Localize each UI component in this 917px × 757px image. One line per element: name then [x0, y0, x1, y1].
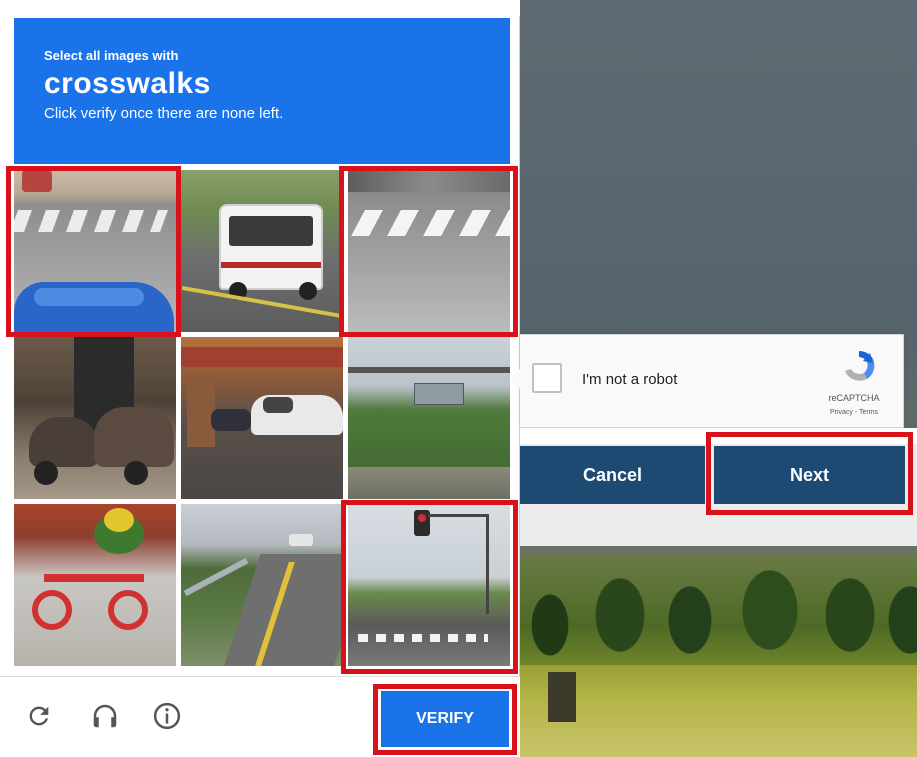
recaptcha-widget: I'm not a robot reCAPTCHA Privacy - Term… [510, 334, 904, 428]
image-tile-5[interactable] [181, 337, 343, 499]
recaptcha-logo-icon [839, 347, 879, 387]
cancel-button[interactable]: Cancel [520, 446, 705, 504]
image-tile-8[interactable] [181, 504, 343, 666]
privacy-terms-link[interactable]: Privacy - Terms [819, 409, 889, 416]
headphones-icon[interactable] [88, 699, 122, 733]
checkbox-label: I'm not a robot [582, 371, 678, 388]
reload-icon[interactable] [22, 699, 56, 733]
verify-button-highlight [373, 684, 517, 755]
instruction-small: Select all images with [44, 48, 179, 63]
captcha-challenge-panel: Select all images with crosswalks Click … [0, 0, 520, 757]
background-field [520, 665, 917, 757]
info-icon[interactable] [150, 699, 184, 733]
image-grid [14, 170, 510, 668]
challenge-footer: VERIFY [0, 676, 520, 757]
image-tile-2[interactable] [181, 170, 343, 332]
widget-pointer [510, 369, 520, 389]
next-button-highlight [706, 432, 913, 515]
target-object-label: crosswalks [44, 67, 211, 100]
background-trees [520, 555, 917, 675]
not-a-robot-checkbox[interactable] [532, 363, 562, 393]
challenge-header: Select all images with crosswalks Click … [14, 18, 510, 164]
image-tile-9[interactable] [348, 504, 510, 666]
image-tile-3[interactable] [348, 170, 510, 332]
image-tile-4[interactable] [14, 337, 176, 499]
recaptcha-brand: reCAPTCHA [828, 393, 880, 403]
instruction-subtext: Click verify once there are none left. [44, 105, 284, 122]
image-tile-6[interactable] [348, 337, 510, 499]
image-tile-7[interactable] [14, 504, 176, 666]
panel-top-strip [0, 0, 520, 16]
image-tile-1[interactable] [14, 170, 176, 332]
background-post [548, 672, 576, 722]
